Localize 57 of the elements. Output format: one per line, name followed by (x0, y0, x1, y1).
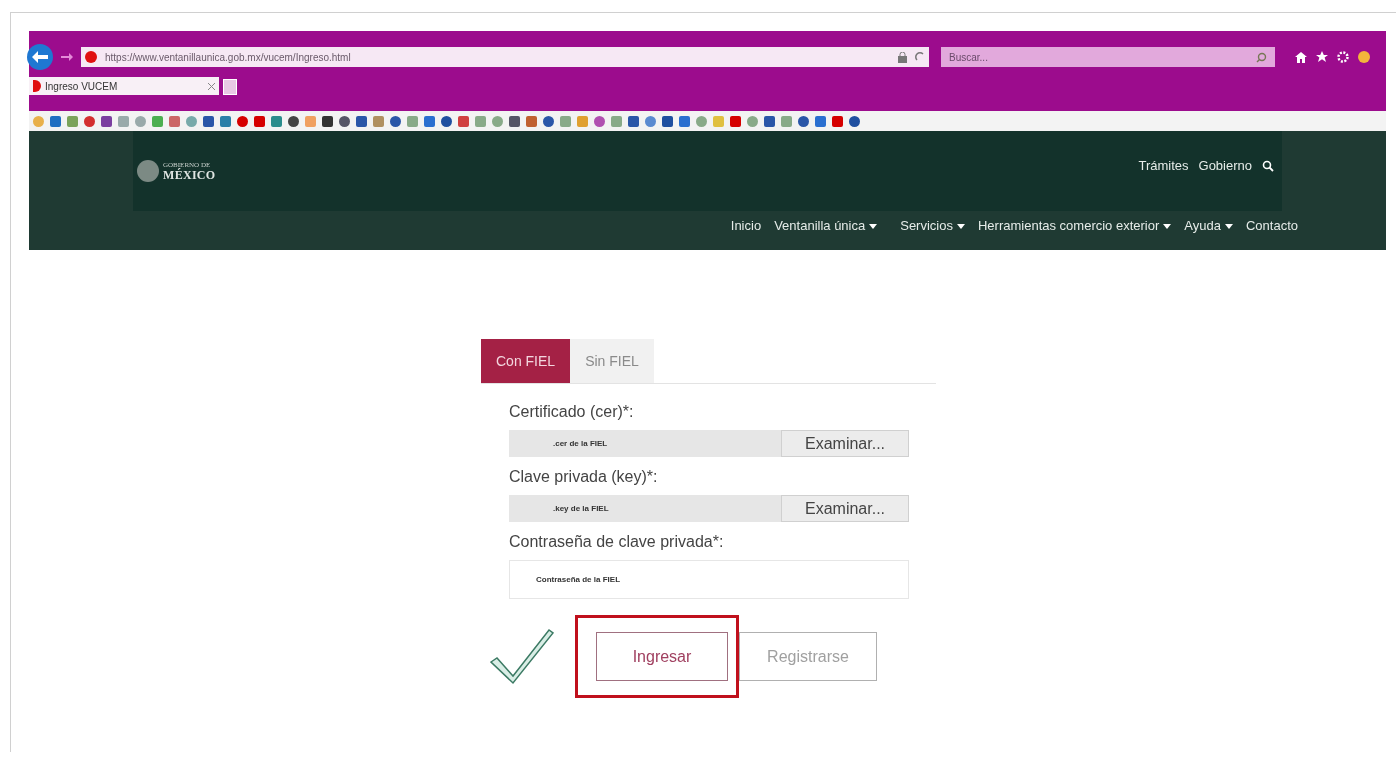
bookmark-icon[interactable] (254, 115, 265, 127)
close-icon[interactable] (208, 82, 215, 90)
bookmark-icon[interactable] (509, 115, 520, 127)
file-field[interactable]: .cer de la FIEL (509, 430, 781, 457)
header-link[interactable]: Trámites (1138, 156, 1189, 176)
bookmark-icon[interactable] (441, 115, 452, 127)
nav-link[interactable]: Contacto (1245, 216, 1298, 236)
bookmark-icon[interactable] (101, 115, 112, 127)
login-button[interactable]: Ingresar (596, 632, 728, 681)
forward-icon[interactable] (61, 52, 73, 62)
site-icon (85, 51, 97, 63)
star-icon[interactable] (1316, 51, 1328, 63)
nav-link[interactable]: Herramientas comercio exterior (977, 216, 1172, 236)
settings-icon[interactable] (1337, 51, 1349, 63)
field-label: Clave privada (key)*: (509, 467, 659, 487)
bookmark-icon[interactable] (237, 115, 248, 127)
bookmark-icon[interactable] (764, 115, 775, 127)
bookmark-icon[interactable] (356, 115, 367, 127)
field-label: Certificado (cer)*: (509, 402, 635, 422)
file-field[interactable]: .key de la FIEL (509, 495, 781, 522)
nav-link[interactable]: Ayuda (1184, 216, 1233, 236)
logo-text: MÉXICO (163, 168, 216, 181)
browse-button[interactable]: Examinar... (781, 430, 909, 457)
login-tab[interactable]: Con FIEL (481, 339, 571, 383)
bookmark-icon[interactable] (339, 115, 350, 127)
bookmark-icon[interactable] (322, 115, 333, 127)
address-bar[interactable]: https://www.ventanillaunica.gob.mx/vucem/Ingreso.html (81, 47, 929, 67)
lock-icon (898, 51, 907, 63)
refresh-icon[interactable] (915, 52, 925, 62)
bookmark-icon[interactable] (849, 115, 860, 127)
password-field[interactable]: Contraseña de la FIEL (509, 560, 909, 599)
search-field[interactable]: Buscar... (941, 47, 1275, 67)
bookmark-icon[interactable] (288, 115, 299, 127)
bookmark-icon[interactable] (390, 115, 401, 127)
emblem-icon (137, 160, 159, 182)
nav-link[interactable]: Ventanilla única (774, 216, 878, 236)
checkmark-icon (489, 627, 555, 686)
search-icon[interactable] (1262, 160, 1274, 172)
header-link[interactable]: Gobierno (1198, 156, 1252, 176)
bookmark-icon[interactable] (543, 115, 554, 127)
arrow-icon (32, 51, 48, 63)
site-icon (33, 80, 41, 92)
bookmark-icon[interactable] (798, 115, 809, 127)
home-icon[interactable] (1295, 51, 1307, 63)
back-button[interactable] (27, 44, 53, 70)
bookmark-icon[interactable] (662, 115, 673, 127)
tab-title: Ingreso VUCEM (45, 79, 119, 94)
nav-link[interactable]: Servicios (900, 216, 965, 236)
bookmark-icon[interactable] (628, 115, 639, 127)
url-text: https://www.ventanillaunica.gob.mx/vucem/Ingreso.html (105, 50, 352, 65)
field-label: Contraseña de clave privada*: (509, 532, 725, 552)
browse-button[interactable]: Examinar... (781, 495, 909, 522)
bookmark-icon[interactable] (203, 115, 214, 127)
browser-tab[interactable]: Ingreso VUCEM (29, 77, 219, 95)
bookmark-icon[interactable] (832, 115, 843, 127)
bookmark-icon[interactable] (730, 115, 741, 127)
nav-link[interactable]: Inicio (730, 216, 762, 236)
